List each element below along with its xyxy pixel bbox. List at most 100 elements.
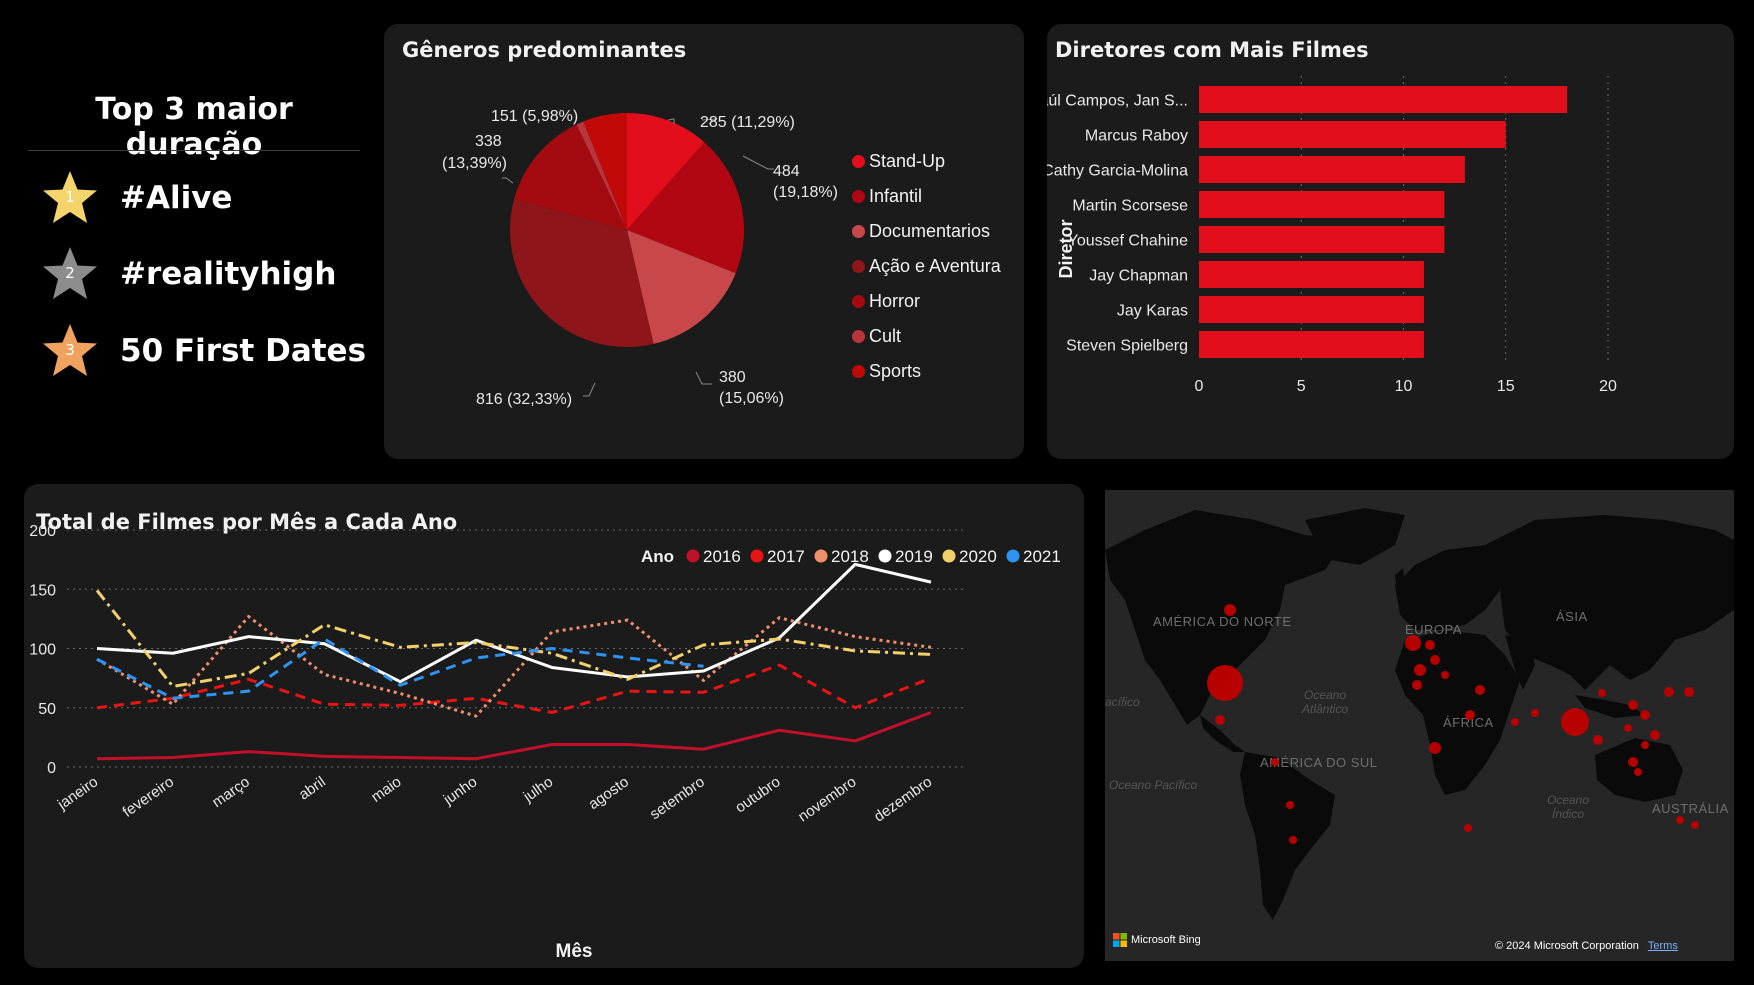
legend-item-cult[interactable]: Cult (852, 319, 1001, 354)
legend-label: Horror (869, 291, 921, 311)
map-marker[interactable] (1429, 742, 1441, 754)
map-marker[interactable] (1430, 655, 1440, 665)
line-y-tick-label: 50 (38, 701, 56, 718)
rank-item-3[interactable]: 3 50 First Dates (40, 321, 366, 381)
map-markers (1207, 604, 1699, 844)
line-x-tick-label: janeiro (54, 773, 101, 813)
map-marker[interactable] (1464, 824, 1472, 832)
legend-item-horror[interactable]: Horror (852, 284, 1001, 319)
line-legend-label[interactable]: 2018 (831, 547, 869, 566)
line-y-tick-label: 150 (29, 582, 56, 599)
map-marker[interactable] (1593, 735, 1603, 745)
line-legend-label[interactable]: 2016 (703, 547, 741, 566)
line-chart[interactable]: Ano 2016 2017 2018 2019 2020 2021 0 50 100 150 200… (24, 484, 1084, 968)
director-bar[interactable] (1199, 86, 1568, 113)
line-legend-dot (942, 549, 956, 563)
line-series-2017[interactable] (96, 663, 932, 714)
line-legend-label[interactable]: 2019 (895, 547, 933, 566)
line-legend-title: Ano (641, 547, 674, 566)
line-legend-label[interactable]: 2017 (767, 547, 805, 566)
legend-dot (852, 225, 865, 238)
director-bar[interactable] (1199, 191, 1445, 218)
legend-label: Ação e Aventura (869, 256, 1001, 276)
line-legend-label[interactable]: 2020 (959, 547, 997, 566)
line-legend-label[interactable]: 2021 (1023, 547, 1061, 566)
line-legend-dot (878, 549, 892, 563)
legend-item-documentarios[interactable]: Documentarios (852, 214, 1001, 249)
star-bronze-icon: 3 (40, 321, 100, 381)
map-marker[interactable] (1664, 687, 1674, 697)
legend-dot (852, 155, 865, 168)
map-marker[interactable] (1271, 758, 1279, 766)
map-marker[interactable] (1405, 635, 1421, 651)
world-map[interactable]: AMÉRICA DO NORTE EUROPA ÁSIA ÁFRICA AMÉR… (1105, 490, 1734, 961)
director-bar[interactable] (1199, 261, 1424, 288)
acao-leader-line (583, 382, 596, 397)
map-marker[interactable] (1475, 685, 1485, 695)
rank-item-1[interactable]: 1 #Alive (40, 168, 232, 228)
map-marker[interactable] (1425, 640, 1435, 650)
director-name: Youssef Chahine (1068, 233, 1188, 250)
map-marker[interactable] (1561, 708, 1589, 736)
legend-item-infantil[interactable]: Infantil (852, 179, 1001, 214)
director-bar[interactable] (1199, 226, 1445, 253)
line-y-tick-label: 200 (29, 523, 56, 540)
map-marker[interactable] (1640, 710, 1650, 720)
map-marker[interactable] (1289, 836, 1297, 844)
map-marker[interactable] (1641, 741, 1649, 749)
directors-panel: Diretores com Mais Filmes Diretor Raúl C… (1047, 24, 1734, 459)
map-marker[interactable] (1691, 821, 1699, 829)
map-marker[interactable] (1224, 604, 1236, 616)
pie-label-horror-pct: (13,39%) (442, 155, 507, 172)
line-x-tick-label: junho (440, 773, 481, 809)
directors-tick-label: 5 (1297, 378, 1306, 395)
directors-tick-label: 10 (1395, 378, 1413, 395)
map-marker[interactable] (1215, 715, 1225, 725)
map-marker[interactable] (1207, 665, 1243, 701)
doc-leader-line (695, 371, 712, 385)
map-marker[interactable] (1628, 757, 1638, 767)
terms-link[interactable]: Terms (1648, 940, 1678, 952)
directors-bar-chart[interactable]: Diretor Raúl Campos, Jan S...Marcus Rabo… (1047, 24, 1734, 459)
map-marker[interactable] (1684, 687, 1694, 697)
map-marker[interactable] (1634, 768, 1642, 776)
map-marker[interactable] (1676, 816, 1684, 824)
map-marker[interactable] (1598, 689, 1606, 697)
pie-label-infantil-pct: (19,18%) (773, 184, 838, 201)
legend-item-sports[interactable]: Sports (852, 354, 1001, 389)
map-marker[interactable] (1286, 801, 1294, 809)
monthly-line-panel: Total de Filmes por Mês a Cada Ano Ano 20… (24, 484, 1084, 968)
map-marker[interactable] (1441, 671, 1449, 679)
legend-item-acao[interactable]: Ação e Aventura (852, 249, 1001, 284)
pie-label-doc-pct: (15,06%) (719, 390, 784, 407)
director-bar[interactable] (1199, 331, 1424, 358)
map-marker[interactable] (1412, 680, 1422, 690)
map-marker[interactable] (1465, 710, 1475, 720)
line-legend-dot (750, 549, 764, 563)
line-series-2016[interactable] (96, 711, 932, 761)
legend-dot (852, 295, 865, 308)
top3-title: Top 3 maior duração (95, 92, 293, 162)
copyright-text: © 2024 Microsoft Corporation (1495, 940, 1639, 952)
bing-text: Microsoft Bing (1131, 934, 1201, 946)
director-bar[interactable] (1199, 121, 1506, 148)
director-bar[interactable] (1199, 156, 1465, 183)
line-series-2018[interactable] (96, 615, 932, 718)
legend-item-standup[interactable]: Stand-Up (852, 144, 1001, 179)
map-marker[interactable] (1531, 709, 1539, 717)
rank-title: 50 First Dates (120, 333, 367, 369)
director-name: Marcus Raboy (1085, 128, 1188, 145)
infantil-leader-line (742, 155, 774, 170)
line-series-2020[interactable] (95, 589, 932, 688)
map-marker[interactable] (1511, 718, 1519, 726)
rank-item-2[interactable]: 2 #realityhigh (40, 244, 336, 304)
legend-dot (852, 330, 865, 343)
director-bar[interactable] (1199, 296, 1424, 323)
line-y-tick-label: 0 (47, 760, 56, 777)
map-marker[interactable] (1624, 724, 1632, 732)
horror-leader-line (502, 177, 514, 184)
directors-tick-label: 15 (1497, 378, 1515, 395)
map-marker[interactable] (1650, 730, 1660, 740)
map-marker[interactable] (1414, 664, 1426, 676)
map-marker[interactable] (1628, 700, 1638, 710)
